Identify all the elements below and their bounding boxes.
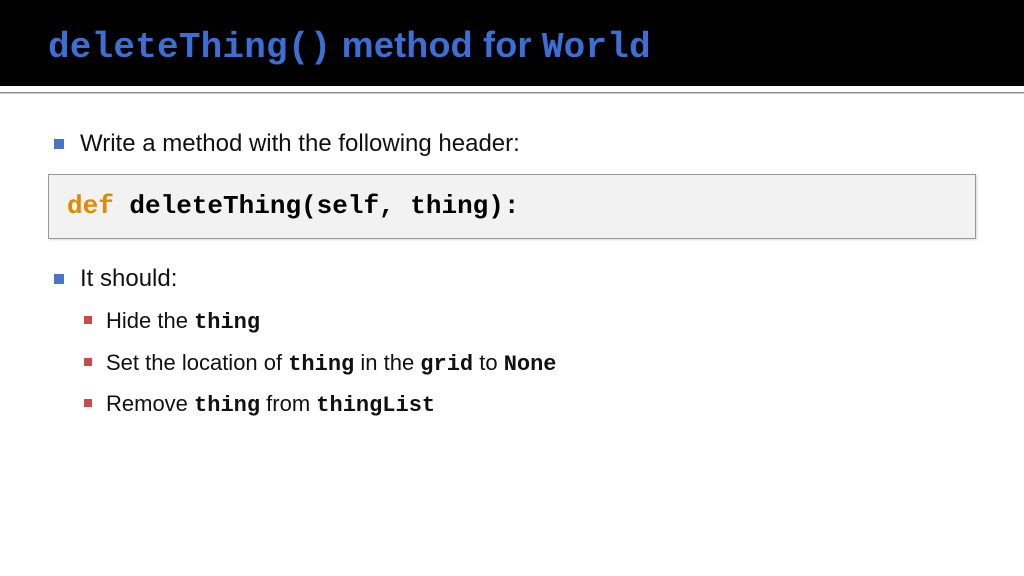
- bullet-1: Write a method with the following header…: [48, 128, 976, 239]
- bullet-2: It should: Hide the thing Set the locati…: [48, 263, 976, 420]
- sub2-c3: None: [504, 352, 557, 377]
- sub-bullet-2: Set the location of thing in the grid to…: [80, 348, 976, 380]
- slide-title: deleteThing() method for World: [48, 24, 976, 68]
- bullet-list: Write a method with the following header…: [48, 128, 976, 421]
- bullet-2-text: It should:: [80, 265, 177, 292]
- code-signature: deleteThing(self, thing):: [114, 191, 520, 221]
- sub3-c1: thing: [194, 393, 260, 418]
- slide: deleteThing() method for World Write a m…: [0, 0, 1024, 576]
- title-bar: deleteThing() method for World: [0, 0, 1024, 86]
- sub1-code: thing: [194, 310, 260, 335]
- sub2-c2: grid: [420, 352, 473, 377]
- title-code-1: deleteThing(): [48, 27, 331, 68]
- code-keyword: def: [67, 191, 114, 221]
- code-block: def deleteThing(self, thing):: [48, 174, 976, 239]
- sub2-mid: in the: [354, 350, 420, 375]
- sub2-pre: Set the location of: [106, 350, 288, 375]
- content-area: Write a method with the following header…: [0, 94, 1024, 435]
- title-mid: method for: [331, 24, 541, 65]
- bullet-1-text: Write a method with the following header…: [80, 130, 520, 157]
- sub3-pre: Remove: [106, 391, 194, 416]
- sub-bullet-list: Hide the thing Set the location of thing…: [80, 306, 976, 421]
- sub-bullet-3: Remove thing from thingList: [80, 389, 976, 421]
- sub1-pre: Hide the: [106, 308, 194, 333]
- sub-bullet-1: Hide the thing: [80, 306, 976, 338]
- title-code-2: World: [542, 27, 651, 68]
- sub2-c1: thing: [288, 352, 354, 377]
- sub2-mid2: to: [473, 350, 504, 375]
- sub3-mid: from: [260, 391, 316, 416]
- sub3-c2: thingList: [316, 393, 435, 418]
